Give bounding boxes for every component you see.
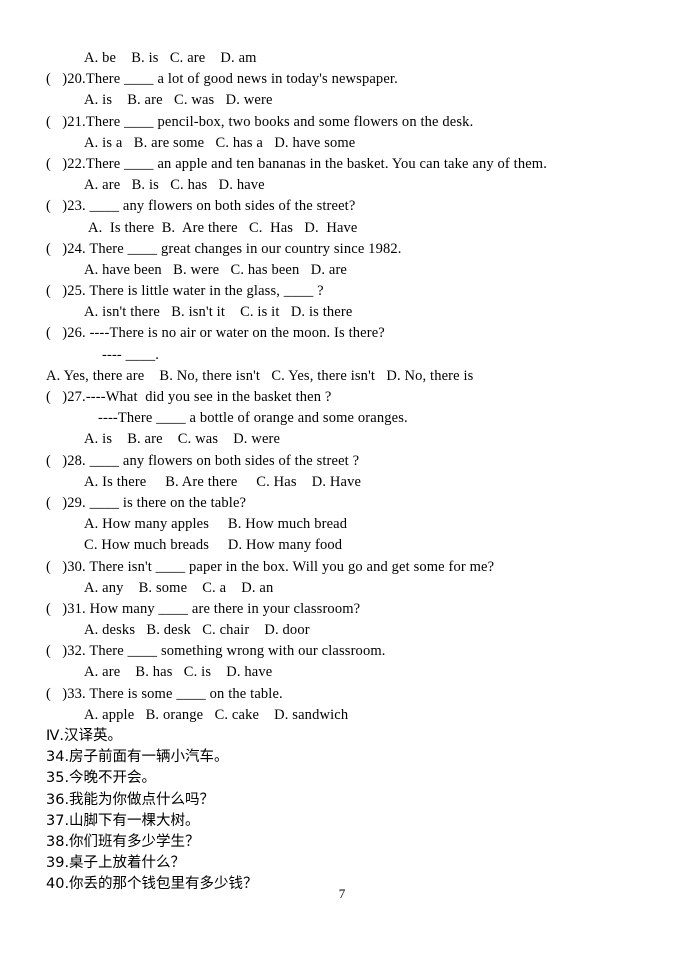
- options-line: A. desks B. desk C. chair D. door: [84, 622, 310, 639]
- options-line: A. is B. are C. was D. were: [84, 431, 281, 448]
- worksheet-page: A. be B. is C. are D. am ( )20.There ____…: [0, 0, 684, 968]
- question-line: ( )30. There isn't ____ paper in the box…: [46, 558, 495, 575]
- question-line: ( )31. How many ____ are there in your c…: [46, 600, 361, 617]
- question-line: ( )33. There is some ____ on the table.: [46, 685, 283, 702]
- options-line: A. be B. is C. are D. am: [84, 50, 257, 66]
- dialogue-reply-line: ---- ____.: [102, 346, 160, 363]
- translation-item: 39.桌子上放着什么？: [46, 855, 186, 872]
- options-line: A. is B. are C. was D. were: [84, 92, 273, 109]
- question-line: ( )28. ____ any flowers on both sides of…: [46, 452, 360, 469]
- question-line: ( )32. There ____ something wrong with o…: [46, 643, 386, 660]
- options-line: A. is a B. are some C. has a D. have som…: [84, 134, 356, 151]
- dialogue-reply-line: ----There ____ a bottle of orange and so…: [98, 410, 408, 427]
- translation-item: 35.今晚不开会。: [46, 770, 157, 787]
- question-line: ( )26. ----There is no air or water on t…: [46, 325, 385, 342]
- options-line: A. have been B. were C. has been D. are: [84, 261, 348, 278]
- question-line: ( )20.There ____ a lot of good news in t…: [46, 71, 398, 88]
- translation-item: 37.山脚下有一棵大树。: [46, 812, 200, 829]
- question-line: ( )27.----What did you see in the basket…: [46, 389, 332, 405]
- options-line: A. How many apples B. How much bread: [84, 516, 348, 533]
- options-line: A. Yes, there are B. No, there isn't C. …: [46, 367, 474, 384]
- options-line: A. are B. is C. has D. have: [84, 177, 265, 194]
- question-line: ( )23. ____ any flowers on both sides of…: [46, 198, 356, 215]
- options-line: A. Is there B. Are there C. Has D. Have: [88, 219, 358, 236]
- options-line: A. isn't there B. isn't it C. is it D. i…: [84, 304, 353, 321]
- options-line: A. Is there B. Are there C. Has D. Have: [84, 473, 362, 490]
- question-line: ( )24. There ____ great changes in our c…: [46, 240, 402, 257]
- question-line: ( )21.There ____ pencil-box, two books a…: [46, 113, 474, 130]
- options-line: C. How much breads D. How many food: [84, 537, 343, 554]
- question-line: ( )25. There is little water in the glas…: [46, 283, 324, 300]
- translation-section: Ⅳ.汉译英。 34.房子前面有一辆小汽车。 35.今晚不开会。 36.我能为你做点什…: [46, 726, 644, 896]
- multiple-choice-section: A. be B. is C. are D. am ( )20.There ____…: [46, 48, 644, 726]
- options-line: A. are B. has C. is D. have: [84, 664, 273, 681]
- question-line: ( )22.There ____ an apple and ten banana…: [46, 155, 548, 172]
- translation-section-heading: Ⅳ.汉译英。: [46, 728, 122, 744]
- translation-item: 38.你们班有多少学生？: [46, 833, 200, 850]
- page-number: 7: [338, 886, 346, 901]
- translation-items: 34.房子前面有一辆小汽车。 35.今晚不开会。 36.我能为你做点什么吗？ 37.山…: [46, 747, 644, 895]
- translation-item: 34.房子前面有一辆小汽车。: [46, 749, 229, 766]
- question-line: ( )29. ____ is there on the table?: [46, 494, 247, 511]
- translation-item: 36.我能为你做点什么吗？: [46, 791, 215, 808]
- options-line: A. any B. some C. a D. an: [84, 579, 274, 596]
- options-line: A. apple B. orange C. cake D. sandwich: [84, 706, 349, 723]
